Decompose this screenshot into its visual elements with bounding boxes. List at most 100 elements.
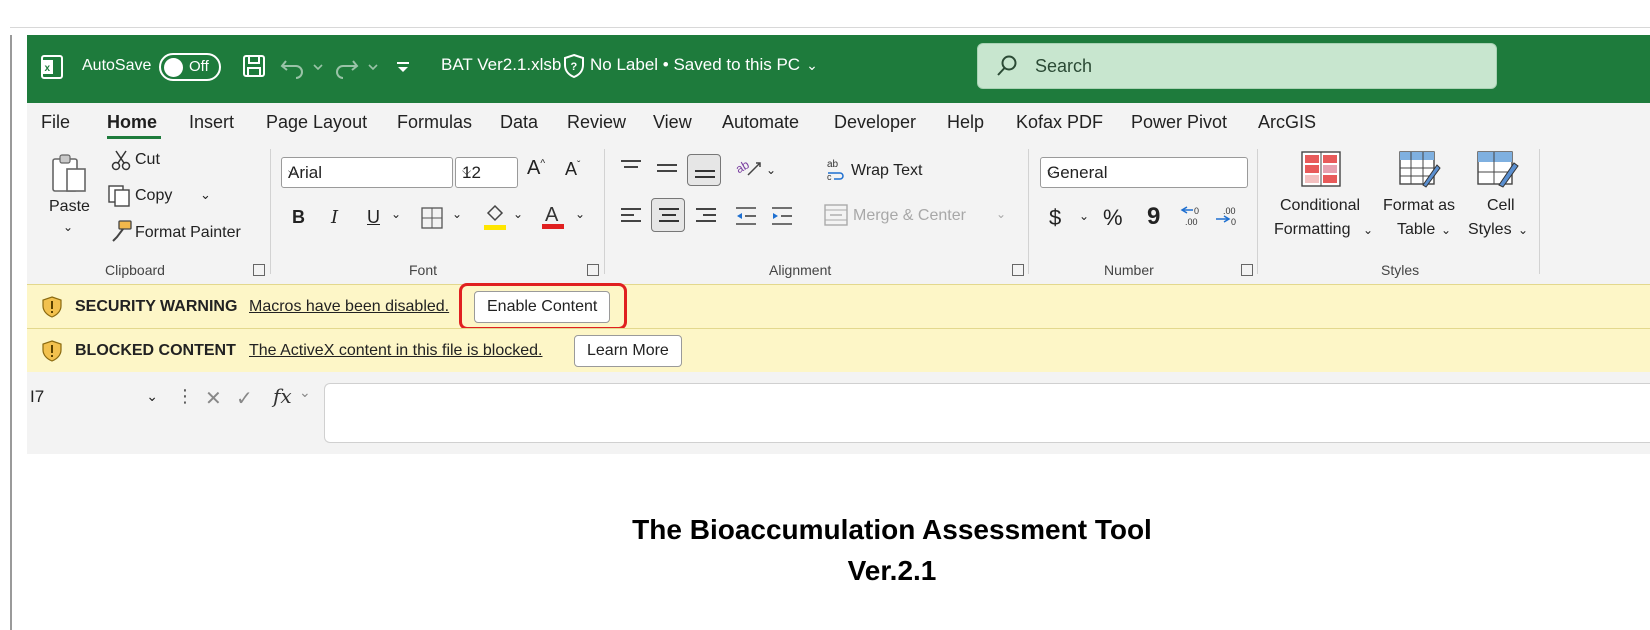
tab-file[interactable]: File [41, 112, 70, 133]
chevron-down-icon[interactable]: ⌄ [299, 384, 311, 401]
format-as-table-label1[interactable]: Format as [1383, 197, 1455, 215]
format-painter-button[interactable]: Format Painter [135, 224, 241, 242]
tab-data[interactable]: Data [500, 112, 538, 133]
underline-chevron-icon[interactable]: ⌄ [391, 207, 401, 221]
number-format-dropdown[interactable]: General ⌵ [1040, 157, 1248, 188]
decrease-decimal-icon[interactable]: .00 0 [1214, 203, 1240, 234]
fill-color-icon[interactable] [482, 203, 508, 236]
tab-page-layout[interactable]: Page Layout [266, 112, 367, 133]
decrease-font-size-icon[interactable]: Aˇ [565, 159, 580, 180]
borders-icon[interactable] [421, 207, 443, 234]
paste-icon[interactable] [49, 153, 93, 200]
tab-help[interactable]: Help [947, 112, 984, 133]
paste-chevron-icon[interactable]: ⌄ [63, 220, 73, 234]
wrap-text-icon[interactable]: ab c [826, 157, 848, 186]
italic-button[interactable]: I [331, 207, 338, 228]
cell-styles-label2[interactable]: Styles [1468, 221, 1512, 239]
comma-style-button[interactable]: 9 [1147, 203, 1160, 231]
tab-formulas[interactable]: Formulas [397, 112, 472, 133]
align-right-icon[interactable] [695, 205, 717, 232]
font-name-dropdown[interactable]: Arial ⌵ [281, 157, 453, 188]
tab-review[interactable]: Review [567, 112, 626, 133]
tab-home[interactable]: Home [107, 112, 157, 133]
formula-input[interactable] [324, 383, 1650, 443]
conditional-formatting-chevron-icon[interactable]: ⌄ [1363, 223, 1373, 237]
copy-chevron-icon[interactable]: ⌄ [200, 187, 211, 203]
number-dialog-launcher[interactable] [1241, 264, 1253, 276]
conditional-formatting-label2[interactable]: Formatting [1274, 221, 1350, 239]
middle-align-icon[interactable] [656, 161, 678, 182]
window-left-border [10, 35, 12, 630]
search-box[interactable]: Search [977, 43, 1497, 89]
learn-more-button[interactable]: Learn More [574, 335, 682, 367]
top-align-icon[interactable] [620, 159, 642, 180]
align-left-icon[interactable] [620, 205, 642, 232]
conditional-formatting-label1[interactable]: Conditional [1280, 197, 1360, 215]
decrease-indent-icon[interactable] [735, 205, 757, 232]
worksheet-area[interactable]: The Bioaccumulation Assessment Tool Ver.… [27, 454, 1650, 630]
merge-center-icon[interactable] [824, 204, 848, 231]
name-box[interactable]: I7 ⌄ [27, 382, 162, 412]
sheet-title-line2: Ver.2.1 [847, 555, 937, 586]
format-painter-icon[interactable] [109, 219, 133, 248]
bottom-align-button[interactable] [687, 154, 721, 186]
tab-insert[interactable]: Insert [189, 112, 234, 133]
tab-automate[interactable]: Automate [722, 112, 799, 133]
alignment-dialog-launcher[interactable] [1012, 264, 1024, 276]
orientation-icon[interactable]: ab [733, 155, 764, 186]
copy-icon[interactable] [107, 184, 131, 213]
tab-view[interactable]: View [653, 112, 692, 133]
merge-center-chevron-icon[interactable]: ⌄ [996, 207, 1006, 221]
title-bar: x AutoSave Off BAT Ver2.1.xlsb ? No Labe… [27, 35, 1650, 103]
autosave-toggle[interactable]: Off [159, 53, 221, 81]
format-as-table-icon[interactable] [1399, 151, 1441, 194]
insert-function-icon[interactable]: fx [273, 384, 292, 408]
currency-chevron-icon[interactable]: ⌄ [1079, 209, 1089, 223]
font-color-icon[interactable]: A [540, 201, 566, 236]
font-dialog-launcher[interactable] [587, 264, 599, 276]
cell-styles-chevron-icon[interactable]: ⌄ [1518, 223, 1528, 237]
paste-label[interactable]: Paste [49, 198, 90, 216]
cancel-icon[interactable]: ✕ [205, 386, 222, 411]
save-icon[interactable] [242, 54, 266, 78]
window-top-border [10, 27, 1650, 28]
wrap-text-button[interactable]: Wrap Text [851, 162, 922, 180]
macros-disabled-link[interactable]: Macros have been disabled. [249, 298, 449, 316]
increase-indent-icon[interactable] [771, 205, 793, 232]
file-name[interactable]: BAT Ver2.1.xlsb [441, 55, 561, 75]
cut-icon[interactable] [111, 149, 131, 176]
tab-developer[interactable]: Developer [834, 112, 916, 133]
tab-arcgis[interactable]: ArcGIS [1258, 112, 1316, 133]
tab-power-pivot[interactable]: Power Pivot [1131, 112, 1227, 133]
percent-button[interactable]: % [1103, 205, 1123, 231]
font-color-chevron-icon[interactable]: ⌄ [575, 207, 585, 221]
undo-icon[interactable] [280, 55, 330, 79]
increase-font-size-icon[interactable]: A^ [527, 157, 545, 180]
more-options-icon[interactable]: ⋮ [176, 386, 194, 407]
customize-toolbar-icon[interactable] [395, 57, 411, 77]
cell-styles-label1[interactable]: Cell [1487, 197, 1515, 215]
cell-styles-icon[interactable] [1477, 151, 1519, 194]
format-as-table-label2[interactable]: Table [1397, 221, 1435, 239]
enter-icon[interactable]: ✓ [236, 386, 253, 411]
underline-button[interactable]: U [367, 207, 380, 228]
increase-decimal-icon[interactable]: 0.00 [1179, 203, 1205, 234]
redo-icon[interactable] [335, 55, 385, 79]
clipboard-dialog-launcher[interactable] [253, 264, 265, 276]
copy-button[interactable]: Copy [135, 187, 172, 205]
fill-color-chevron-icon[interactable]: ⌄ [513, 207, 523, 221]
activex-blocked-link[interactable]: The ActiveX content in this file is bloc… [249, 342, 542, 360]
format-as-table-chevron-icon[interactable]: ⌄ [1441, 223, 1451, 237]
currency-button[interactable]: $ [1049, 205, 1061, 231]
borders-chevron-icon[interactable]: ⌄ [452, 207, 462, 221]
tab-kofax-pdf[interactable]: Kofax PDF [1016, 112, 1103, 133]
cut-button[interactable]: Cut [135, 151, 160, 169]
orientation-chevron-icon[interactable]: ⌄ [766, 163, 776, 177]
conditional-formatting-icon[interactable] [1301, 151, 1341, 192]
font-size-dropdown[interactable]: 12 ⌵ [455, 157, 518, 188]
bold-button[interactable]: B [292, 207, 305, 228]
align-center-button[interactable] [651, 198, 685, 232]
sensitivity-label[interactable]: No Label • Saved to this PC ⌄ [590, 55, 818, 75]
svg-text:x: x [45, 63, 51, 74]
merge-center-button[interactable]: Merge & Center [853, 207, 966, 225]
